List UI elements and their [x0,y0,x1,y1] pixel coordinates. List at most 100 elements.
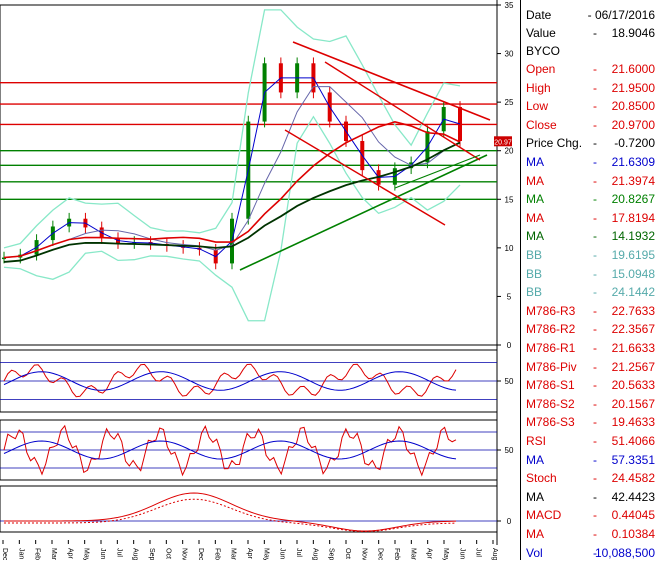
stock-chart[interactable]: 3530252015105020.9750500Dec 2014JanFebMa… [0,0,520,560]
indicator-value: 0.10384 [611,527,655,541]
indicator-value: 21.6000 [611,62,655,76]
indicator-row: Stoch -24.4582 [521,469,658,487]
indicator-row: M786-S3 -19.4633 [521,413,658,431]
dash: - [593,527,597,541]
x-tick-label: Mar [409,548,416,560]
x-tick-label: Jul [295,548,302,557]
indicator-value: 24.1442 [611,285,655,300]
date-label: Date [526,8,552,22]
indicator-label: High [526,80,551,95]
indicator-row: M786-R2 -22.3567 [521,320,658,338]
indicator-row: MA -14.1932 [521,227,658,245]
chart-window: 3530252015105020.9750500Dec 2014JanFebMa… [0,0,658,560]
dash: - [593,62,597,76]
indicator-row: MA -21.6309 [521,153,658,171]
indicator-label: MA [526,229,544,244]
x-tick-label: Dec 2016 [377,548,384,560]
dash: - [593,80,597,95]
indicator-label: MA [526,210,544,225]
dash: - [593,378,597,393]
y-tick-label: 10 [505,244,514,253]
dash: - [593,471,597,486]
x-tick-label: Jun [99,548,106,559]
x-tick-label: Jun [279,548,286,559]
indicator-value: 20.8267 [611,192,655,207]
indicator-row: Low -20.8500 [521,97,658,115]
dash: - [593,192,597,207]
symbol-row: BYCO [521,42,658,60]
indicator-row: MACD -0.44045 [521,506,658,524]
x-tick-label: Nov [360,548,367,560]
x-tick-label: Feb [34,548,41,560]
x-tick-label: Oct [164,548,171,559]
dash: - [593,452,597,467]
indicator-row: MA -57.3351 [521,451,658,469]
indicator-value: 22.7633 [611,303,655,318]
indicator-row: RSI -51.4066 [521,432,658,450]
indicator-label: M786-S1 [526,378,575,393]
dash: - [593,173,597,188]
dash: - [593,99,597,114]
x-tick-label: May [442,548,449,560]
dash: - [593,341,597,355]
x-tick-label: Apr [246,548,253,560]
dash: - [593,248,597,262]
indicator-row: MA -0.10384 [521,525,658,543]
dash: - [593,396,597,411]
indicator-row: Close -20.9700 [521,116,658,134]
x-tick-label: Jun [458,548,465,559]
current-price-marker-label: 20.97 [494,139,512,146]
indicator-label: Low [526,99,549,114]
dash: - [593,117,597,132]
indicator-value: 21.6633 [611,341,655,355]
dash: - [593,489,597,504]
indicator-value: 21.3974 [611,173,655,188]
x-tick-label: Oct [344,548,351,559]
x-tick-label: Dec 2014 [1,548,8,560]
dash: - [593,210,597,225]
x-tick-label: Nov [181,548,188,560]
indicator-row: M786-R3 -22.7633 [521,302,658,320]
indicator-value: 51.4066 [611,434,655,448]
indicator-value: 21.2567 [611,359,655,374]
indicator-row: MA -42.4423 [521,488,658,506]
value-label: Value [526,26,556,40]
x-tick-label: Jul [475,548,482,557]
indicator-row: BB -15.0948 [521,265,658,283]
indicator-label: M786-R1 [526,341,576,355]
indicator-value: 22.3567 [611,322,655,337]
indicator-value: -0.7200 [614,136,655,151]
y-tick-label: 25 [505,98,514,107]
indicator-row: High -21.9500 [521,79,658,97]
x-tick-label: May [83,548,90,560]
dash: - [593,229,597,244]
indicator-value: 19.4633 [611,415,655,430]
indicator-label: MA [526,527,544,541]
indicator-row: M786-Piv -21.2567 [521,358,658,376]
indicator-row: M786-S1 -20.5633 [521,376,658,394]
indicator-value: 21.6309 [611,155,655,169]
x-tick-label: Sep [328,548,335,560]
x-tick-label: Jul [115,548,122,557]
indicator-value: 24.4582 [611,471,655,486]
dash: - [593,415,597,430]
indicator-label: M786-Piv [526,359,577,374]
indicator-label: Price Chg. [526,136,583,151]
value-value: 18.9046 [611,26,655,40]
dash: - [593,155,597,169]
indicator-label: MA [526,155,544,169]
indicator-row: MA -17.8194 [521,209,658,227]
dash: - [593,434,597,448]
symbol-label: BYCO [526,44,561,58]
indicator-label: MA [526,173,544,188]
indicator-row: MA -21.3974 [521,172,658,190]
indicator-label: Close [526,117,557,132]
indicator-value: 19.6195 [611,248,655,262]
indicator-label: M786-R3 [526,303,576,318]
x-tick-label: Apr [426,548,433,560]
x-tick-label: Sep [148,548,155,560]
indicator-row: MA -20.8267 [521,190,658,208]
y-tick-label: 30 [505,50,514,59]
dash: - [593,26,597,40]
indicator-label: M786-S3 [526,415,575,430]
